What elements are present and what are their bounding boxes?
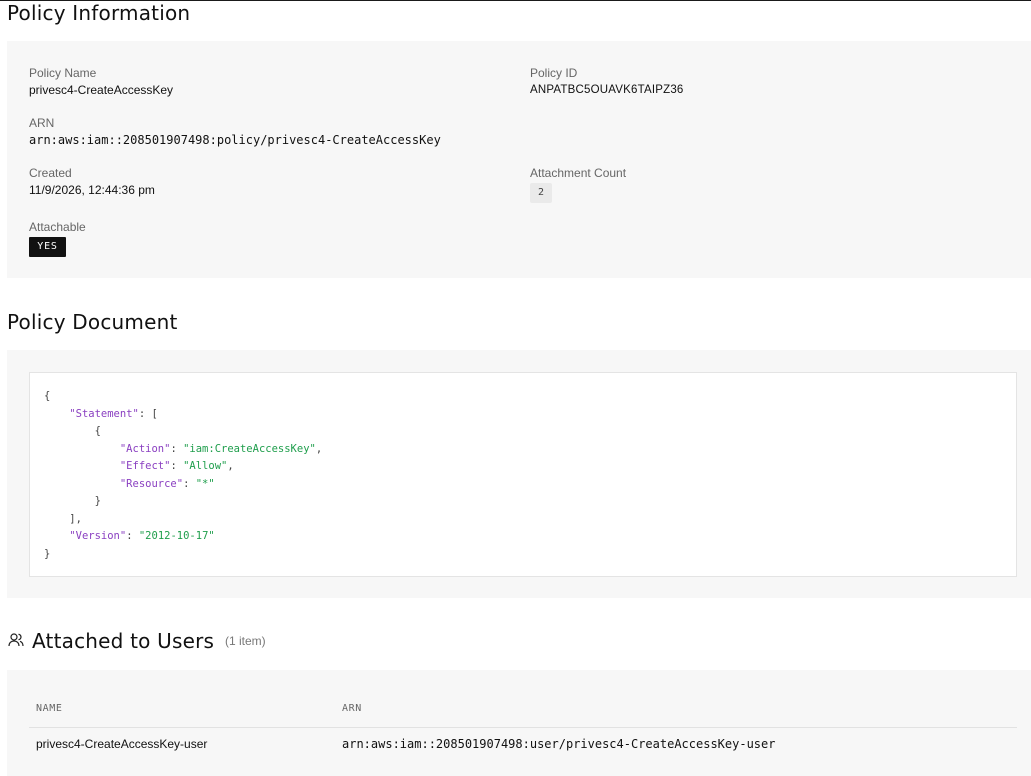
- code-line: {: [44, 390, 50, 403]
- policy-name-value: privesc4-CreateAccessKey: [29, 83, 174, 97]
- column-header-arn[interactable]: ARN: [342, 703, 362, 715]
- json-token-punc: }: [44, 547, 51, 560]
- code-line: ],: [44, 513, 82, 526]
- code-line: "Version": "2012-10-17": [44, 530, 215, 543]
- attachment-count-badge: 2: [530, 183, 552, 203]
- column-header-name[interactable]: NAME: [36, 703, 62, 715]
- attachment-count-label: Attachment Count: [530, 166, 627, 180]
- json-token-key: "Statement": [69, 407, 139, 420]
- arn-value: arn:aws:iam::208501907498:policy/privesc…: [29, 133, 441, 147]
- attached-users-heading: Attached to Users: [32, 629, 215, 653]
- json-token-str: "iam:CreateAccessKey": [183, 442, 316, 455]
- user-name-cell[interactable]: privesc4-CreateAccessKey-user: [36, 737, 207, 751]
- json-token-punc: :: [126, 530, 139, 542]
- attachable-label: Attachable: [29, 220, 86, 234]
- json-token-sp: [44, 425, 95, 437]
- json-token-key: "Action": [119, 442, 171, 455]
- policy-information-heading: Policy Information: [7, 1, 191, 25]
- json-token-key: "Effect": [119, 460, 171, 472]
- json-token-punc: {: [94, 425, 101, 437]
- json-token-sp: [44, 513, 69, 525]
- created-label: Created: [29, 166, 72, 180]
- policy-information-panel: Policy Name privesc4-CreateAccessKey Pol…: [7, 41, 1031, 278]
- code-line: "Action": "iam:CreateAccessKey",: [44, 443, 322, 456]
- json-token-sp: [44, 478, 120, 490]
- json-token-punc: ,: [227, 460, 234, 472]
- code-line: }: [44, 495, 101, 508]
- policy-id-value: ANPATBC5OUAVK6TAIPZ36: [530, 84, 684, 96]
- json-token-punc: ],: [69, 512, 82, 525]
- users-icon: [8, 633, 24, 647]
- json-token-sp: [44, 530, 69, 542]
- code-line: }: [44, 548, 50, 561]
- code-line: "Statement": [: [44, 408, 158, 421]
- policy-id-label: Policy ID: [530, 66, 578, 80]
- json-token-sp: [44, 443, 120, 455]
- json-token-punc: :: [183, 477, 196, 490]
- attachable-badge: YES: [29, 237, 66, 257]
- json-token-punc: : [: [138, 407, 158, 420]
- user-arn-cell: arn:aws:iam::208501907498:user/privesc4-…: [342, 737, 776, 751]
- json-token-punc: ,: [315, 442, 323, 455]
- policy-document-panel: { "Statement": [ { "Action": "iam:Create…: [7, 350, 1031, 598]
- code-line: {: [44, 425, 101, 438]
- json-token-key: "Resource": [119, 477, 184, 490]
- json-token-punc: }: [94, 495, 101, 507]
- arn-label: ARN: [29, 116, 55, 130]
- json-token-str: "*": [195, 477, 215, 490]
- json-token-punc: :: [170, 460, 184, 472]
- json-token-sp: [44, 460, 120, 472]
- json-token-str: "Allow": [183, 460, 228, 472]
- json-token-sp: [44, 408, 69, 420]
- policy-json-viewer[interactable]: { "Statement": [ { "Action": "iam:Create…: [29, 372, 1017, 577]
- created-value: 11/9/2026, 12:44:36 pm: [29, 183, 155, 197]
- json-token-str: "2012-10-17": [138, 530, 215, 542]
- attached-users-panel: NAME ARN privesc4-CreateAccessKey-user a…: [7, 670, 1031, 776]
- attached-users-count: (1 item): [225, 634, 266, 648]
- json-token-key: "Version": [69, 530, 127, 542]
- table-header-divider: [29, 727, 1017, 728]
- json-token-punc: {: [44, 390, 51, 402]
- json-token-sp: [44, 495, 95, 507]
- code-line: "Resource": "*": [44, 478, 215, 491]
- code-line: "Effect": "Allow",: [44, 460, 234, 473]
- json-token-punc: :: [170, 442, 184, 455]
- policy-document-heading: Policy Document: [7, 310, 178, 334]
- policy-name-label: Policy Name: [29, 66, 97, 80]
